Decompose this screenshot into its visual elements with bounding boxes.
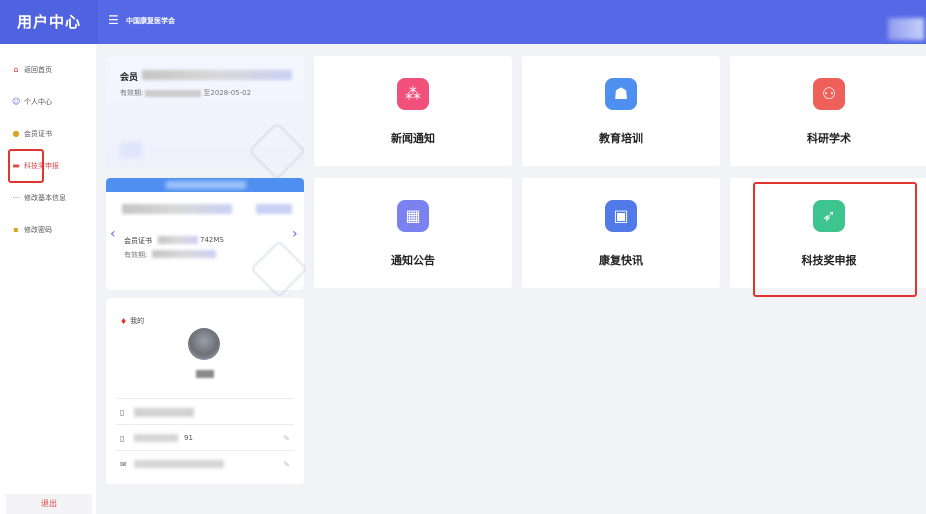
flash-news-icon: ▣ [605, 200, 637, 232]
profile-row-phone: ▯ 91 ✎ [120, 432, 290, 444]
sidebar-item-label: 个人中心 [24, 98, 52, 106]
user-icon: ☺ [12, 97, 21, 106]
redacted-cert-valid [152, 250, 216, 258]
tile-label: 新闻通知 [391, 132, 435, 145]
tile-rehab-news[interactable]: ▣ 康复快讯 [522, 178, 720, 288]
tile-label: 康复快讯 [599, 254, 643, 267]
certificate-header [106, 178, 304, 192]
profile-card: ♦ 我的 ▯ ▯ 91 ✎ ✉ ✎ [106, 298, 304, 484]
divider [116, 450, 294, 451]
tile-label: 科研学术 [807, 132, 851, 145]
tile-news[interactable]: ⁂ 新闻通知 [314, 56, 512, 166]
edit-icon[interactable]: ✎ [283, 434, 290, 443]
avatar [188, 328, 220, 360]
sidebar-item-edit-info[interactable]: ⋯ 修改基本信息 [12, 190, 92, 206]
certificate-valid-label: 有效期: [124, 251, 148, 259]
menu-icon[interactable]: ☰ [108, 14, 120, 26]
phone-icon: ▯ [120, 433, 125, 443]
tile-announcement[interactable]: ▦ 通知公告 [314, 178, 512, 288]
certificate-icon: ● [12, 129, 20, 138]
calendar-icon: ▦ [397, 200, 429, 232]
sidebar-item-label: 会员证书 [24, 130, 52, 138]
tile-research[interactable]: ⚇ 科研学术 [730, 56, 926, 166]
sidebar-item-password[interactable]: ▪ 修改密码 [12, 222, 92, 238]
redacted-cert-no [158, 236, 198, 244]
lock-icon: ▪ [13, 225, 19, 234]
profile-title: ♦ 我的 [120, 316, 145, 326]
research-icon: ⚇ [813, 78, 845, 110]
sidebar-item-profile[interactable]: ☺ 个人中心 [12, 94, 92, 110]
sidebar-item-label: 修改密码 [24, 226, 52, 234]
top-bar: 用户中心 ☰ 中国康复医学会 [0, 0, 926, 44]
certificate-card [106, 178, 309, 299]
divider [116, 424, 294, 425]
redacted-name [142, 70, 292, 80]
brand-title: 用户中心 [0, 0, 98, 44]
member-card: 会员 有效期: 至2028-05-02 [106, 56, 307, 181]
tile-education[interactable]: ☗ 教育培训 [522, 56, 720, 166]
certificate-number: 742MS [200, 236, 224, 244]
edit-icon[interactable]: ✎ [283, 460, 290, 469]
chevron-right-icon[interactable]: › [292, 226, 298, 242]
tile-highlight-box [753, 182, 917, 297]
watermark-logo [249, 239, 309, 299]
sidebar-item-label: 修改基本信息 [24, 194, 66, 202]
watermark-logo [247, 121, 307, 181]
profile-icon: ♦ [120, 316, 128, 326]
phone-number: 91 [184, 434, 193, 442]
sidebar-item-certificate[interactable]: ● 会员证书 [12, 126, 92, 142]
org-name: 中国康复医学会 [126, 17, 175, 25]
sidebar-highlight-box [8, 149, 44, 183]
member-valid-label: 有效期: 至2028-05-02 [120, 89, 252, 97]
tile-label: 通知公告 [391, 254, 435, 267]
chevron-left-icon[interactable]: ‹ [110, 226, 116, 242]
redacted-tag [256, 204, 292, 214]
profile-row-id: ▯ [120, 406, 290, 418]
user-avatar[interactable] [888, 18, 924, 40]
education-icon: ☗ [605, 78, 637, 110]
home-icon: ⌂ [13, 65, 19, 74]
member-name: 会员 [120, 73, 139, 83]
sidebar-item-label: 返回首页 [24, 66, 52, 74]
redacted-holder [122, 204, 232, 214]
sidebar [0, 44, 96, 514]
sidebar-item-home[interactable]: ⌂ 返回首页 [12, 62, 92, 78]
member-badge [120, 142, 142, 158]
divider [116, 398, 294, 399]
edit-icon: ⋯ [12, 193, 20, 202]
logout-button[interactable]: 退出 [6, 494, 92, 514]
redacted-profile-name [196, 370, 214, 378]
tile-label: 教育培训 [599, 132, 643, 145]
news-icon: ⁂ [397, 78, 429, 110]
profile-row-email: ✉ ✎ [120, 458, 290, 470]
id-icon: ▯ [120, 407, 125, 417]
mail-icon: ✉ [120, 459, 127, 469]
certificate-label: 会员证书 [124, 237, 152, 245]
